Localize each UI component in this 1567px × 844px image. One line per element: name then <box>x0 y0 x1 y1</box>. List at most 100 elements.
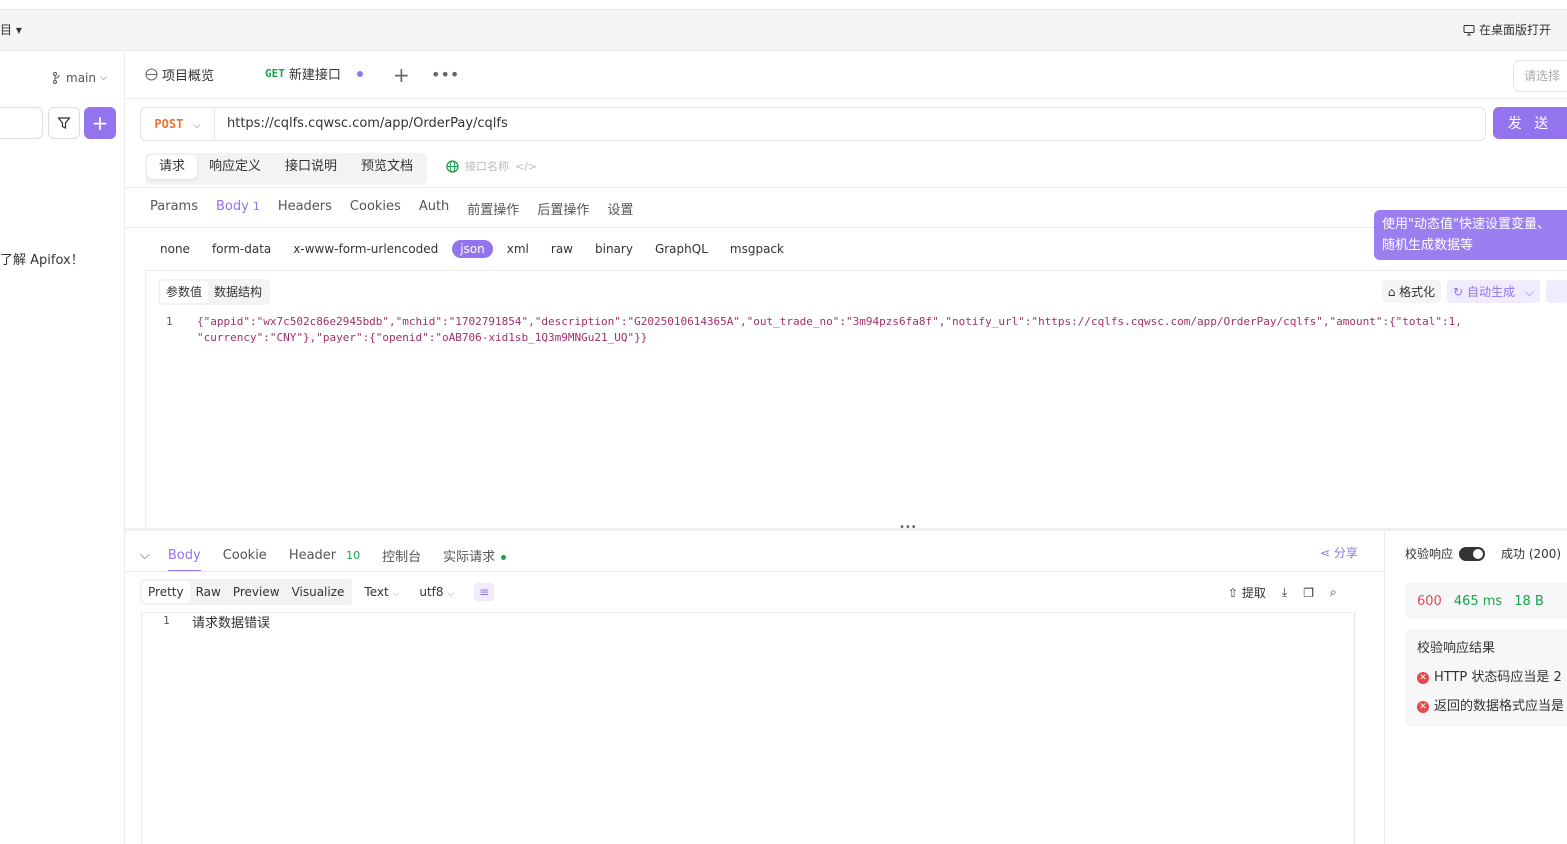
response-scrollbar[interactable] <box>1354 612 1367 844</box>
body-type-urlencoded[interactable]: x-www-form-urlencoded <box>293 242 438 256</box>
add-tab-button[interactable]: + <box>393 51 410 98</box>
more-icon: ••• <box>431 65 460 84</box>
environment-select[interactable]: 请选择 <box>1513 60 1567 92</box>
validate-toggle[interactable] <box>1459 546 1486 561</box>
title-bar: 目 ▾ 在桌面版打开 <box>0 10 1567 51</box>
subtab-settings[interactable]: 设置 <box>607 199 633 218</box>
sidebar: main ⌵ + 了解 Apifox！ <box>0 51 125 844</box>
body-type-json[interactable]: json <box>452 240 493 258</box>
body-type-form-data[interactable]: form-data <box>212 242 271 256</box>
response-body[interactable]: 1 请求数据错误 <box>141 612 1355 844</box>
view-visualize[interactable]: Visualize <box>286 581 351 603</box>
response-time: 465 ms <box>1453 593 1503 609</box>
more-tabs-button[interactable]: ••• <box>431 51 459 98</box>
branch-icon <box>53 72 60 84</box>
sidebar-search-input[interactable] <box>0 107 43 139</box>
api-name-placeholder: 接口名称 <box>465 160 509 173</box>
segment-preview-doc[interactable]: 预览文档 <box>349 155 425 179</box>
filter-icon <box>57 117 71 129</box>
top-strip <box>0 0 1567 10</box>
subtab-headers[interactable]: Headers <box>278 199 332 218</box>
validation-results: 校验响应结果 ✕ HTTP 状态码应当是 2 ✕ 返回的数据格式应当是 <box>1405 629 1567 727</box>
wrap-icon: ≡ <box>479 585 490 599</box>
segment-api-desc[interactable]: 接口说明 <box>273 155 349 179</box>
code-line-1: {"appid":"wx7c502c86e2945bdb","mchid":"1… <box>197 315 1462 328</box>
search-icon[interactable]: ⌕ <box>1330 585 1337 600</box>
add-button[interactable]: + <box>84 107 116 139</box>
chevron-down-icon: ⌵ <box>99 73 107 83</box>
response-tab-header-label: Header <box>288 547 337 563</box>
extract-button[interactable]: ⇧ 提取 <box>1228 584 1266 601</box>
response-tab-body[interactable]: Body <box>167 548 201 572</box>
format-icon: ⌂ <box>1387 285 1396 299</box>
filter-button[interactable] <box>48 107 80 139</box>
line-number: 1 <box>163 614 170 627</box>
wrap-toggle[interactable]: ≡ <box>474 583 495 601</box>
response-tab-console[interactable]: 控制台 <box>382 546 421 565</box>
error-icon: ✕ <box>1417 671 1429 684</box>
body-type-msgpack[interactable]: msgpack <box>730 242 784 256</box>
tab-bar: 项目概览 GET 新建接口 + ••• 请选择 <box>125 51 1567 99</box>
subtab-post-ops[interactable]: 后置操作 <box>537 199 589 218</box>
panel-resize-handle[interactable]: ••• <box>125 522 1567 533</box>
subtab-body[interactable]: Body 1 <box>216 199 260 218</box>
more-actions-button[interactable] <box>1546 280 1567 303</box>
editor-tab-schema[interactable]: 数据结构 <box>208 281 268 303</box>
segment-request[interactable]: 请求 <box>147 155 198 179</box>
subtab-body-label: Body <box>215 199 249 214</box>
body-type-raw[interactable]: raw <box>551 242 573 256</box>
segment-response-def[interactable]: 响应定义 <box>197 155 273 179</box>
url-input[interactable]: https://cqlfs.cqwsc.com/app/OrderPay/cql… <box>227 116 508 131</box>
response-tab-actual[interactable]: 实际请求 <box>443 546 507 565</box>
validation-panel: 校验响应 成功 (200) 600 465 ms 18 B 校验响应结果 ✕ HT… <box>1384 531 1567 844</box>
response-tab-cookie[interactable]: Cookie <box>223 548 267 563</box>
tab-overview[interactable]: 项目概览 <box>145 51 214 98</box>
view-raw[interactable]: Raw <box>190 581 227 603</box>
subtab-params[interactable]: Params <box>150 199 198 218</box>
response-tools: ⇧ 提取 ⤓ ❐ ⌕ <box>1228 584 1337 601</box>
encoding-select[interactable]: utf8 ⌵ <box>419 585 454 599</box>
method-select[interactable]: POST ⌵ <box>141 108 215 140</box>
body-type-xml[interactable]: xml <box>507 242 529 256</box>
plus-icon: + <box>91 111 109 135</box>
chevron-down-icon: ⌵ <box>392 589 400 599</box>
plus-icon: + <box>393 62 410 87</box>
body-type-selector: none form-data x-www-form-urlencoded jso… <box>160 240 806 258</box>
request-segments: 请求 响应定义 接口说明 预览文档 <box>145 153 428 185</box>
response-tabs: ⌵ Body Cookie Header 10 控制台 实际请求 <box>140 540 528 572</box>
body-editor: 参数值 数据结构 ⌂ 格式化 ↻ 自动生成 ⌵ 1 {"appid":"wx7c… <box>145 270 1567 529</box>
workspace-menu[interactable]: 目 ▾ <box>0 21 22 38</box>
header-count: 10 <box>346 548 361 562</box>
send-button[interactable]: 发 送 <box>1493 107 1567 139</box>
view-pretty[interactable]: Pretty <box>142 581 190 603</box>
text-format-select[interactable]: Text ⌵ <box>364 585 399 599</box>
auto-generate-button[interactable]: ↻ 自动生成 ⌵ <box>1447 280 1540 303</box>
subtab-pre-ops[interactable]: 前置操作 <box>467 199 519 218</box>
validate-status[interactable]: 成功 (200) <box>1501 545 1561 562</box>
divider-line <box>125 571 1383 572</box>
validation-error: ✕ HTTP 状态码应当是 2 <box>1417 666 1563 685</box>
error-icon: ✕ <box>1417 700 1429 713</box>
view-preview[interactable]: Preview <box>227 581 286 603</box>
subtab-cookies[interactable]: Cookies <box>350 199 401 218</box>
subtab-auth[interactable]: Auth <box>419 199 449 218</box>
body-type-none[interactable]: none <box>160 242 190 256</box>
share-button[interactable]: ⋖ 分享 <box>1320 544 1358 561</box>
format-button[interactable]: ⌂ 格式化 <box>1381 280 1442 303</box>
open-desktop-label: 在桌面版打开 <box>1478 23 1551 37</box>
collapse-icon[interactable]: ⌵ <box>140 548 150 563</box>
tab-new-api[interactable]: GET 新建接口 <box>253 51 377 98</box>
extract-label: 提取 <box>1241 586 1266 600</box>
method-label: POST <box>154 117 184 131</box>
open-desktop-button[interactable]: 在桌面版打开 <box>1463 21 1551 38</box>
copy-icon[interactable]: ❐ <box>1303 586 1314 600</box>
download-icon[interactable]: ⤓ <box>1282 585 1287 600</box>
api-name-field[interactable]: 接口名称 </> <box>446 158 537 174</box>
subtab-body-count: 1 <box>252 200 260 213</box>
body-type-binary[interactable]: binary <box>595 242 633 256</box>
body-type-graphql[interactable]: GraphQL <box>655 242 708 256</box>
branch-selector[interactable]: main ⌵ <box>52 71 107 85</box>
response-toolbar: Pretty Raw Preview Visualize Text ⌵ utf8… <box>140 579 495 605</box>
editor-tab-values[interactable]: 参数值 <box>160 281 209 303</box>
response-tab-header[interactable]: Header 10 <box>289 548 360 563</box>
